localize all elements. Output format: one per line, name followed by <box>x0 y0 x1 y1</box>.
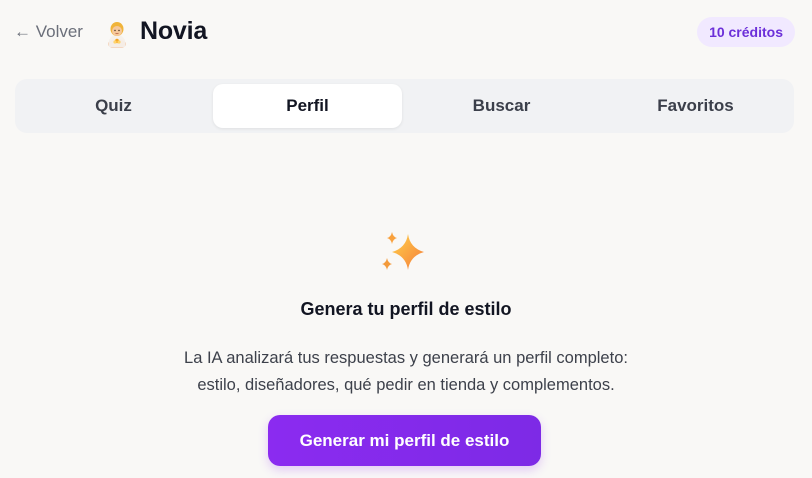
top-bar: ← Volver Novia 10 créditos <box>0 0 812 66</box>
tab-perfil[interactable]: Perfil <box>213 84 402 128</box>
tab-favoritos[interactable]: Favoritos <box>601 84 790 128</box>
empty-state-heading: Genera tu perfil de estilo <box>300 299 512 319</box>
back-link[interactable]: ← Volver <box>14 22 83 42</box>
credits-badge: 10 créditos <box>697 17 795 47</box>
description-line-2: estilo, diseñadores, qué pedir en tienda… <box>197 376 615 394</box>
sparkles-icon <box>382 232 424 270</box>
empty-state-description: La IA analizará tus respuestas y generar… <box>106 345 706 399</box>
back-label: ← Volver <box>14 22 83 41</box>
page-title: Novia <box>140 17 208 45</box>
tab-bar: Quiz Perfil Buscar Favoritos <box>15 79 794 133</box>
description-line-1: La IA analizará tus respuestas y generar… <box>184 349 628 367</box>
tab-buscar[interactable]: Buscar <box>407 84 596 128</box>
tab-quiz[interactable]: Quiz <box>19 84 208 128</box>
generate-profile-button[interactable]: Generar mi perfil de estilo <box>268 415 541 466</box>
bride-icon <box>108 22 126 48</box>
